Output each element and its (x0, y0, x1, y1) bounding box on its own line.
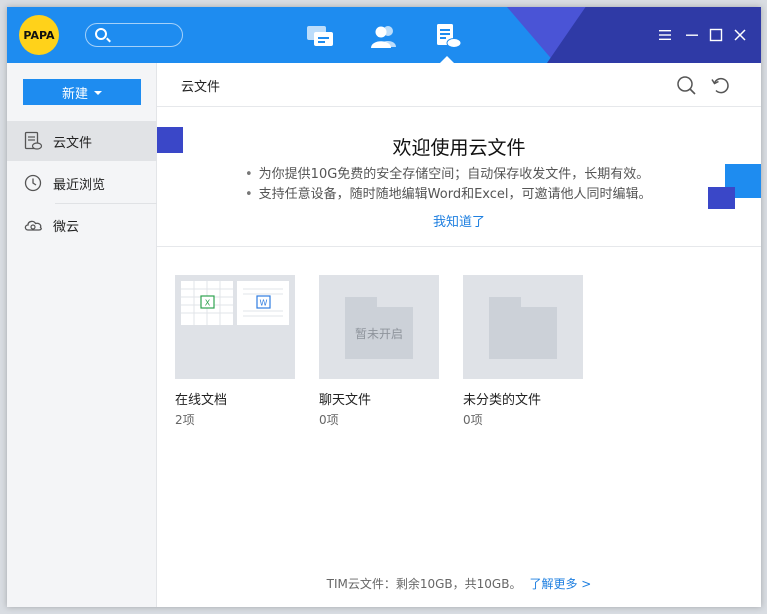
banner-feature-line: 支持任意设备，随时随地编辑Word和Excel，可邀请他人同时编辑。 (245, 185, 705, 205)
svg-text:W: W (260, 299, 268, 308)
new-button-label: 新建 (61, 86, 88, 102)
app-window: PAPA 新建 云文件 最近浏览 微云 云文件 欢迎使用云文件 • 为你提供10… (7, 7, 761, 607)
storage-quota-text: TIM云文件：剩余10GB，共10GB。 (326, 577, 522, 591)
uncategorized-thumbnail (463, 275, 583, 379)
folder-name: 未分类的文件 (463, 393, 542, 408)
not-enabled-label: 暂未开启 (354, 327, 403, 341)
folder-tile-online-docs[interactable]: X W 在线文档 2项 (175, 275, 295, 428)
folder-tile-chat-files[interactable]: 暂未开启 聊天文件 0项 (319, 275, 439, 428)
sidebar-divider (55, 203, 157, 204)
online-docs-thumbnail: X W (175, 275, 295, 379)
weiyun-icon (24, 220, 42, 231)
cloud-file-icon (24, 131, 43, 150)
banner-feature-line: 为你提供10G免费的安全存储空间；自动保存收发文件，长期有效。 (245, 165, 705, 185)
folder-item-count: 2项 (175, 413, 195, 427)
avatar-text: PAPA (23, 28, 55, 42)
folder-icon (489, 307, 557, 359)
title-bar: PAPA (7, 7, 761, 63)
banner-feature-list: 为你提供10G免费的安全存储空间；自动保存收发文件，长期有效。 支持任意设备，随… (245, 165, 705, 205)
caret-down-icon (94, 90, 102, 95)
active-tab-pointer (440, 56, 454, 63)
search-icon (95, 28, 107, 40)
contacts-icon[interactable] (369, 23, 399, 49)
folder-item-count: 0项 (463, 413, 483, 427)
folder-name: 聊天文件 (319, 393, 372, 408)
chat-icon[interactable] (305, 23, 335, 49)
new-button[interactable]: 新建 (23, 79, 141, 105)
excel-sheet-icon: X (181, 281, 233, 325)
banner-title: 欢迎使用云文件 (392, 137, 526, 159)
folder-tile-uncategorized[interactable]: 未分类的文件 0项 (463, 275, 583, 428)
close-icon[interactable] (732, 27, 748, 43)
refresh-icon[interactable] (710, 74, 732, 96)
main-panel: 云文件 欢迎使用云文件 为你提供10G免费的安全存储空间；自动保存收发文件，长期… (157, 63, 761, 607)
folder-item-count: 0项 (319, 413, 339, 427)
search-input[interactable] (85, 23, 183, 47)
clock-icon (24, 174, 42, 192)
word-doc-icon: W (237, 281, 289, 325)
sidebar-item-recent[interactable]: 最近浏览 (7, 163, 157, 203)
main-header: 云文件 (157, 63, 761, 107)
maximize-icon[interactable] (708, 27, 724, 43)
sidebar-item-cloud-files[interactable]: 云文件 (7, 121, 157, 161)
search-icon[interactable] (675, 74, 697, 96)
sidebar-item-label: 微云 (53, 219, 80, 235)
folder-name: 在线文档 (175, 393, 228, 408)
svg-text:X: X (205, 299, 211, 308)
sidebar-item-label: 云文件 (53, 135, 93, 151)
storage-footer: TIM云文件：剩余10GB，共10GB。 了解更多 > (157, 575, 761, 592)
avatar[interactable]: PAPA (19, 15, 59, 55)
minimize-icon[interactable] (684, 27, 700, 43)
welcome-banner: 欢迎使用云文件 为你提供10G免费的安全存储空间；自动保存收发文件，长期有效。 … (157, 107, 761, 247)
menu-icon[interactable] (657, 27, 673, 43)
learn-more-link[interactable]: 了解更多 > (529, 577, 591, 591)
sidebar-item-label: 最近浏览 (53, 177, 106, 193)
dismiss-banner-link[interactable]: 我知道了 (157, 211, 761, 230)
sidebar-item-weiyun[interactable]: 微云 (7, 205, 157, 245)
sidebar: 新建 云文件 最近浏览 微云 (7, 63, 157, 607)
page-title: 云文件 (181, 80, 221, 95)
chat-files-thumbnail: 暂未开启 (319, 275, 439, 379)
cloud-files-icon[interactable] (433, 23, 463, 49)
banner-decoration (708, 187, 735, 209)
